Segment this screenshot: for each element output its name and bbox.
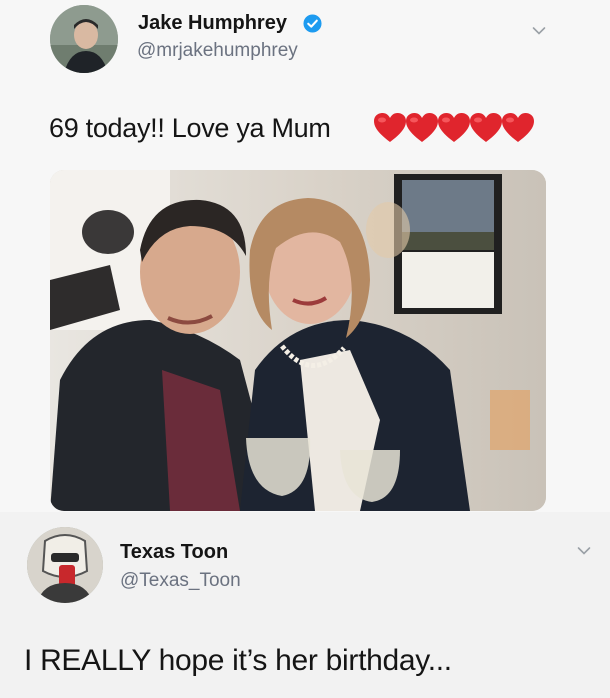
- author-name[interactable]: Jake Humphrey: [138, 12, 287, 35]
- heart-emoji-icon: [406, 113, 438, 142]
- reply-author-name[interactable]: Texas Toon: [120, 541, 228, 564]
- tweet-photo[interactable]: [50, 170, 546, 511]
- tweet-text: 69 today!! Love ya Mum: [49, 113, 331, 143]
- reply-author-avatar[interactable]: [27, 527, 103, 603]
- chevron-down-icon[interactable]: [532, 26, 546, 36]
- author-avatar[interactable]: [50, 5, 118, 73]
- heart-emoji-icon: [502, 113, 534, 142]
- heart-emoji-row: [373, 112, 534, 144]
- author-handle[interactable]: @mrjakehumphrey: [137, 40, 298, 62]
- heart-emoji-icon: [438, 113, 470, 142]
- chevron-down-icon[interactable]: [577, 546, 591, 556]
- reply-author-handle[interactable]: @Texas_Toon: [120, 570, 241, 592]
- heart-emoji-icon: [374, 113, 406, 142]
- verified-badge-icon: [303, 14, 322, 33]
- heart-emoji-icon: [470, 113, 502, 142]
- reply-text: I REALLY hope it’s her birthday...: [24, 644, 452, 677]
